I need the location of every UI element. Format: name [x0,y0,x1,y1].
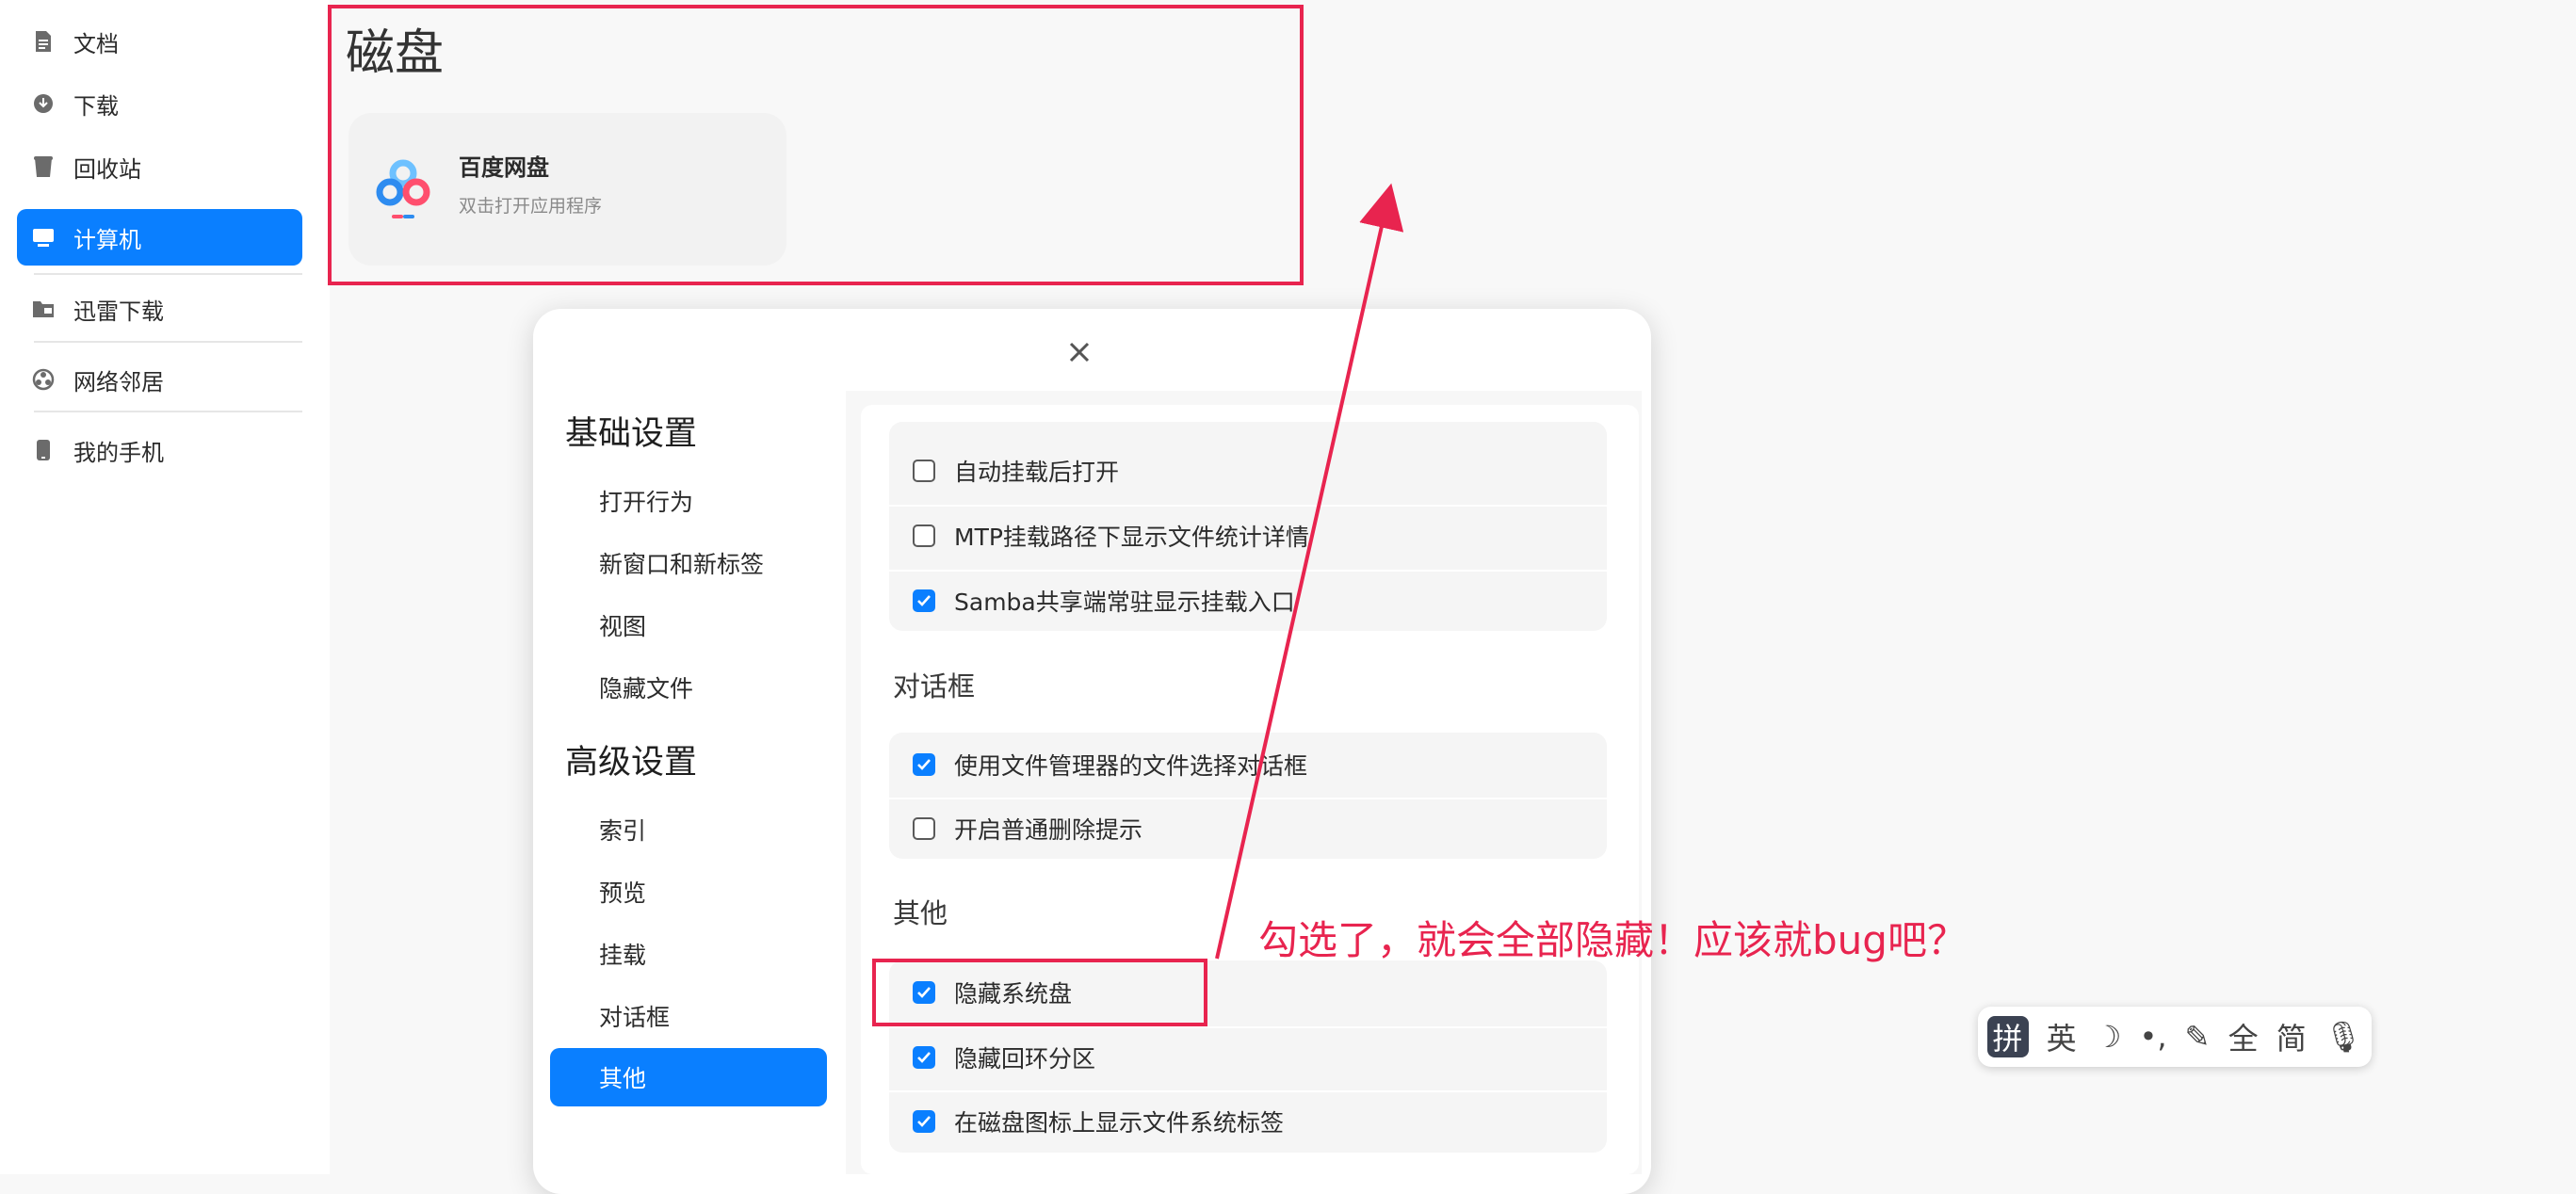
ime-fullwidth-button[interactable]: 全 [2228,1015,2259,1058]
punctuation-icon[interactable]: •, [2140,1019,2167,1055]
pen-icon[interactable]: ✎ [2185,1019,2211,1055]
annotation-arrow [1215,183,1404,960]
ime-simplified-button[interactable]: 简 [2276,1015,2307,1058]
microphone-icon[interactable]: 🎙 [2325,1019,2363,1055]
moon-icon[interactable]: ☽ [2095,1019,2122,1055]
annotation-text: 勾选了，就会全部隐藏！应该就bug吧？ [1258,917,1967,963]
ime-english-button[interactable]: 英 [2047,1015,2077,1058]
ime-pinyin-button[interactable]: 拼 [1986,1016,2029,1057]
ime-toolbar: 拼 英 ☽ •, ✎ 全 简 🎙 [1978,1007,2372,1067]
